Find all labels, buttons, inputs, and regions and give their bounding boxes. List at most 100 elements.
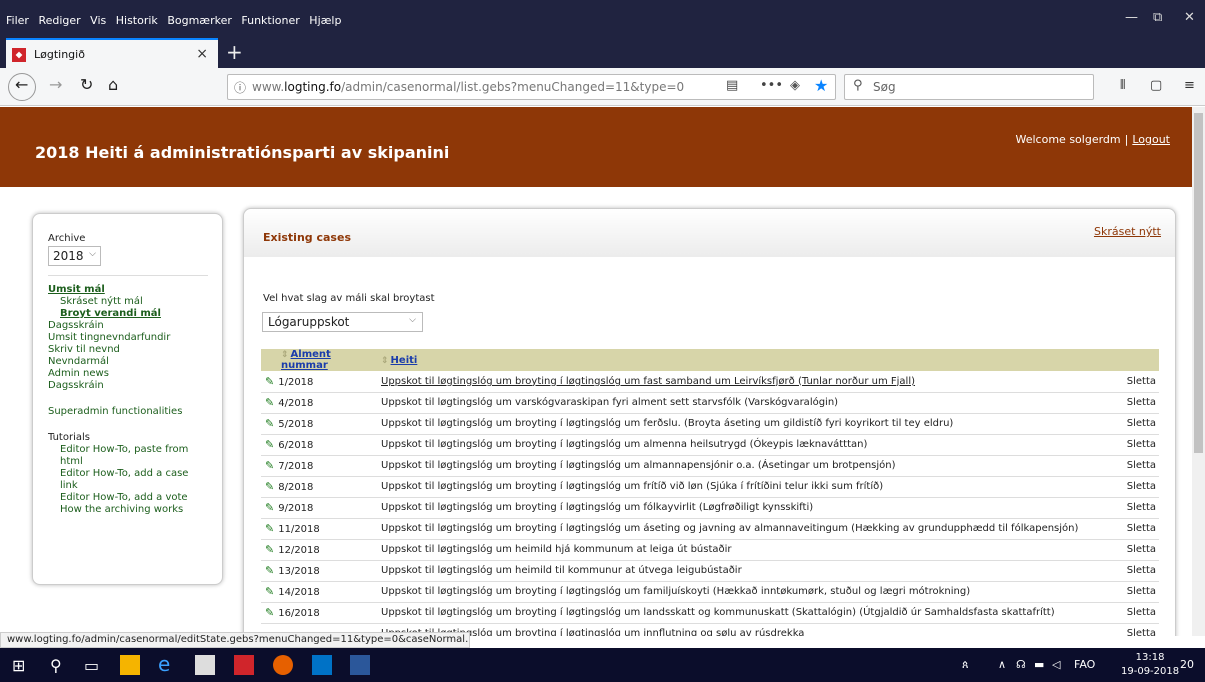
case-title-link[interactable]: Uppskot til løgtingslóg um broyting í lø… xyxy=(381,497,1109,519)
sidebar-item-umsit-tingnevndarfundir[interactable]: Umsit tingnevndarfundir xyxy=(48,332,198,344)
menu-rediger[interactable]: Rediger xyxy=(38,14,80,27)
table-row[interactable]: ✎ 11/2018 Uppskot til løgtingslóg um broyt… xyxy=(261,518,1159,540)
page-scrollbar[interactable] xyxy=(1192,107,1205,636)
outlook-icon[interactable] xyxy=(312,655,332,675)
sidebar-item-tutorial-paste-html[interactable]: Editor How-To, paste from html xyxy=(48,444,198,468)
reload-icon[interactable]: ↻ xyxy=(80,75,93,94)
edit-case-icon[interactable]: ✎ xyxy=(265,396,274,409)
url-bar[interactable]: ⓘ www.logting.fo/admin/casenormal/list.g… xyxy=(227,74,836,100)
delete-button[interactable]: Sletta xyxy=(1109,434,1159,456)
new-tab-icon[interactable]: + xyxy=(226,40,243,64)
edit-case-icon[interactable]: ✎ xyxy=(265,606,274,619)
sidebar-toggle-icon[interactable]: ▢ xyxy=(1150,78,1162,93)
register-new-link[interactable]: Skráset nýtt xyxy=(1094,225,1161,238)
case-kind-select[interactable]: Lógaruppskot ⌵ xyxy=(262,312,423,332)
table-row[interactable]: ✎ 6/2018 Uppskot til løgtingslóg um broyti… xyxy=(261,434,1159,456)
menu-bogmaerker[interactable]: Bogmærker xyxy=(167,14,232,27)
tab-logtingid[interactable]: Løgtingið × xyxy=(6,38,218,68)
network-icon[interactable]: ☊ xyxy=(1016,658,1026,671)
delete-button[interactable]: Sletta xyxy=(1109,392,1159,414)
file-explorer-icon[interactable] xyxy=(120,655,140,675)
case-title-link[interactable]: Uppskot til løgtingslóg um broyting í lø… xyxy=(381,371,1109,393)
delete-button[interactable]: Sletta xyxy=(1109,602,1159,624)
library-icon[interactable]: ⫴ xyxy=(1120,78,1125,93)
table-row[interactable]: ✎ 14/2018 Uppskot til løgtingslóg um broyt… xyxy=(261,581,1159,603)
sidebar-item-dagsskrain-2[interactable]: Dagsskráin xyxy=(48,380,198,392)
home-icon[interactable]: ⌂ xyxy=(108,75,118,94)
edit-case-icon[interactable]: ✎ xyxy=(265,438,274,451)
column-header-number[interactable]: ⇕ Alment nummar xyxy=(261,349,381,371)
case-title-link[interactable]: Uppskot til løgtingslóg um varskógvarask… xyxy=(381,392,1109,414)
edit-case-icon[interactable]: ✎ xyxy=(265,564,274,577)
people-icon[interactable]: ጰ xyxy=(962,658,969,672)
search-icon[interactable]: ⚲ xyxy=(50,656,62,675)
tab-close-icon[interactable]: × xyxy=(196,46,208,62)
delete-button[interactable]: Sletta xyxy=(1109,413,1159,435)
sidebar-item-admin-news[interactable]: Admin news xyxy=(48,368,198,380)
forward-arrow-icon[interactable]: → xyxy=(49,75,62,94)
sidebar-item-nevndarmal[interactable]: Nevndarmál xyxy=(48,356,198,368)
sidebar-item-broyt-verandi-mal[interactable]: Broyt verandi mál xyxy=(48,308,198,320)
case-title-link[interactable]: Uppskot til løgtingslóg um broyting í lø… xyxy=(381,455,1109,477)
edit-case-icon[interactable]: ✎ xyxy=(265,501,274,514)
reader-view-icon[interactable]: ▤ xyxy=(726,78,738,93)
case-title-link[interactable]: Uppskot til løgtingslóg um heimild til k… xyxy=(381,560,1109,582)
app-red-icon[interactable] xyxy=(234,655,254,675)
case-title-link[interactable]: Uppskot til løgtingslóg um broyting í lø… xyxy=(381,623,1109,636)
menu-hjaelp[interactable]: Hjælp xyxy=(309,14,341,27)
menu-funktioner[interactable]: Funktioner xyxy=(241,14,299,27)
hamburger-menu-icon[interactable]: ≡ xyxy=(1184,78,1195,93)
delete-button[interactable]: Sletta xyxy=(1109,455,1159,477)
minimize-icon[interactable]: — xyxy=(1125,10,1138,25)
app-info-icon[interactable] xyxy=(195,655,215,675)
case-title-link[interactable]: Uppskot til løgtingslóg um heimild hjá k… xyxy=(381,539,1109,561)
delete-button[interactable]: Sletta xyxy=(1109,581,1159,603)
restore-icon[interactable]: ⧉ xyxy=(1153,10,1162,25)
firefox-icon[interactable] xyxy=(273,655,293,675)
pocket-icon[interactable]: ◈ xyxy=(790,78,800,93)
sidebar-item-tutorial-case-link[interactable]: Editor How-To, add a case link xyxy=(48,468,198,492)
url-text[interactable]: www.logting.fo/admin/casenormal/list.geb… xyxy=(252,80,684,94)
delete-button[interactable]: Sletta xyxy=(1109,518,1159,540)
sidebar-item-skriv-til-nevnd[interactable]: Skriv til nevnd xyxy=(48,344,198,356)
year-select[interactable]: 2018 ⌵ xyxy=(48,246,101,266)
delete-button[interactable]: Sletta xyxy=(1109,539,1159,561)
edit-case-icon[interactable]: ✎ xyxy=(265,375,274,388)
table-row[interactable]: ✎ 8/2018 Uppskot til løgtingslóg um broyti… xyxy=(261,476,1159,498)
column-header-title[interactable]: ⇕ Heiti xyxy=(381,349,1109,371)
case-title-link[interactable]: Uppskot til løgtingslóg um broyting í lø… xyxy=(381,602,1109,624)
delete-button[interactable]: Sletta xyxy=(1109,371,1159,393)
edit-case-icon[interactable]: ✎ xyxy=(265,459,274,472)
case-title-link[interactable]: Uppskot til løgtingslóg um broyting í lø… xyxy=(381,413,1109,435)
edge-icon[interactable]: e xyxy=(158,652,170,676)
table-row[interactable]: ✎ 5/2018 Uppskot til løgtingslóg um broyti… xyxy=(261,413,1159,435)
edit-case-icon[interactable]: ✎ xyxy=(265,480,274,493)
sidebar-item-dagsskrain[interactable]: Dagsskráin xyxy=(48,320,198,332)
page-actions-icon[interactable]: ••• xyxy=(760,78,783,93)
edit-case-icon[interactable]: ✎ xyxy=(265,585,274,598)
word-icon[interactable] xyxy=(350,655,370,675)
language-indicator[interactable]: FAO xyxy=(1074,658,1095,671)
menu-historik[interactable]: Historik xyxy=(116,14,158,27)
table-row[interactable]: ✎ 13/2018 Uppskot til løgtingslóg um heimi… xyxy=(261,560,1159,582)
case-title-link[interactable]: Uppskot til løgtingslóg um broyting í lø… xyxy=(381,434,1109,456)
notification-count[interactable]: 20 xyxy=(1180,658,1194,671)
volume-icon[interactable]: ◁ xyxy=(1052,658,1060,671)
case-title-link[interactable]: Uppskot til løgtingslóg um broyting í lø… xyxy=(381,518,1109,540)
menu-filer[interactable]: Filer xyxy=(6,14,29,27)
sidebar-item-tutorial-archiving[interactable]: How the archiving works xyxy=(48,504,198,516)
task-view-icon[interactable]: ▭ xyxy=(84,656,99,675)
battery-icon[interactable]: ▬ xyxy=(1034,658,1044,671)
table-row[interactable]: ✎ 16/2018 Uppskot til løgtingslóg um broyt… xyxy=(261,602,1159,624)
site-info-icon[interactable]: ⓘ xyxy=(234,79,246,96)
edit-case-icon[interactable]: ✎ xyxy=(265,417,274,430)
close-window-icon[interactable]: ✕ xyxy=(1184,10,1195,25)
case-title-link[interactable]: Uppskot til løgtingslóg um broyting í lø… xyxy=(381,581,1109,603)
menu-vis[interactable]: Vis xyxy=(90,14,106,27)
bookmark-star-icon[interactable]: ★ xyxy=(814,76,828,95)
edit-case-icon[interactable]: ✎ xyxy=(265,543,274,556)
sidebar-item-skraset-nytt-mal[interactable]: Skráset nýtt mál xyxy=(48,296,198,308)
sidebar-item-umsit-mal[interactable]: Umsit mál xyxy=(48,284,198,296)
edit-case-icon[interactable]: ✎ xyxy=(265,522,274,535)
delete-button[interactable]: Sletta xyxy=(1109,497,1159,519)
